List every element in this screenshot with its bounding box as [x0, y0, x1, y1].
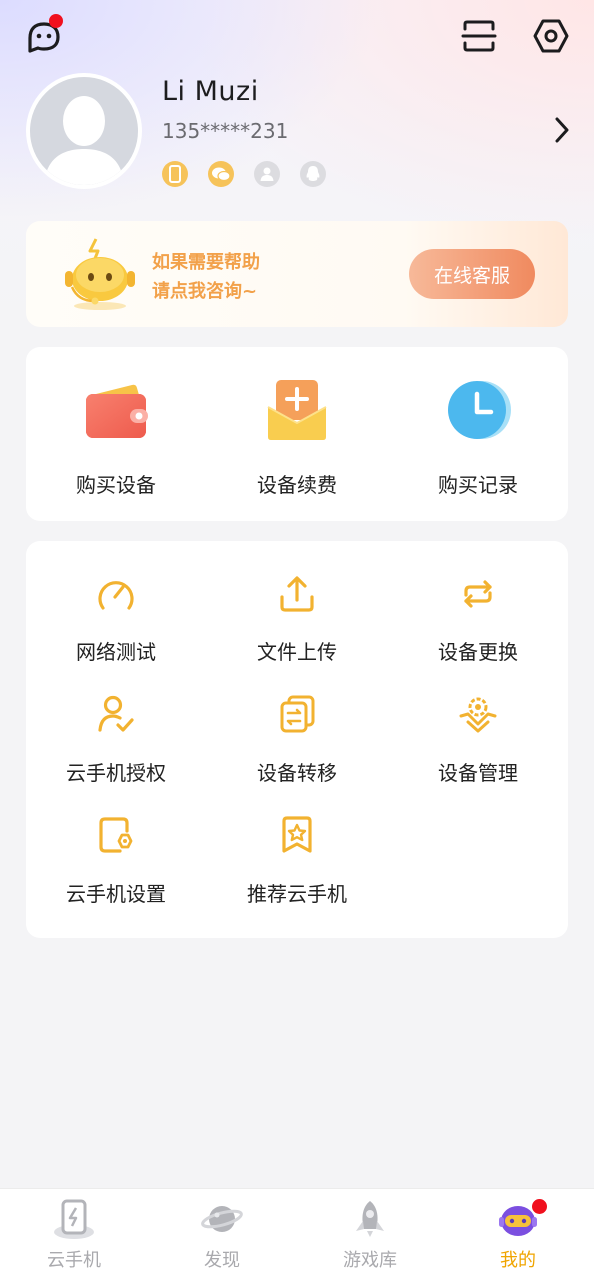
scan-icon [461, 20, 497, 52]
tab-cloud-phone[interactable]: 云手机 [0, 1189, 148, 1281]
bookmark-star-icon [282, 816, 312, 853]
cloud-phone-settings-button[interactable]: 云手机设置 [26, 783, 206, 906]
purchase-history-button[interactable]: 购买记录 [388, 347, 568, 521]
phone-binding-icon[interactable] [162, 161, 188, 187]
qq-binding-icon[interactable] [300, 161, 326, 187]
tab-discover[interactable]: 发现 [148, 1189, 296, 1281]
speedometer-icon [98, 581, 134, 610]
scan-button[interactable] [457, 14, 501, 58]
tools-card: 网络测试 文件上传 设备更换 云手机授权 设备转移 设备管理 云手机设置 推荐云… [26, 541, 568, 938]
user-check-icon [98, 695, 134, 732]
avatar-placeholder [30, 77, 138, 185]
cloud-phone-settings-label: 云手机设置 [66, 882, 166, 906]
network-test-label: 网络测试 [76, 640, 156, 664]
cloud-phone-auth-label: 云手机授权 [66, 761, 166, 785]
buy-device-button[interactable]: 购买设备 [26, 347, 206, 521]
purchase-history-label: 购买记录 [438, 473, 518, 497]
tab-mine-badge [532, 1199, 547, 1214]
bottom-tab-bar: 云手机 发现 游戏库 我的 [0, 1188, 594, 1281]
avatar[interactable] [26, 73, 142, 189]
binding-icons [162, 161, 342, 189]
network-test-button[interactable]: 网络测试 [26, 541, 206, 664]
message-badge [49, 14, 63, 28]
device-transfer-label: 设备转移 [257, 761, 337, 785]
settings-hexagon-icon [533, 19, 569, 53]
file-upload-label: 文件上传 [257, 640, 337, 664]
settings-button[interactable] [529, 14, 573, 58]
quick-actions-card: 购买设备 设备续费 购买记录 [26, 347, 568, 521]
wechat-binding-icon[interactable] [208, 161, 234, 187]
recommend-cloud-phone-button[interactable]: 推荐云手机 [207, 783, 387, 906]
upload-icon [280, 576, 314, 612]
help-message: 如果需要帮助 请点我咨询~ [152, 248, 260, 306]
device-transfer-button[interactable]: 设备转移 [207, 662, 387, 785]
profile-name: Li Muzi [162, 76, 259, 107]
online-service-button[interactable]: 在线客服 [409, 249, 535, 299]
clock-icon [448, 381, 511, 439]
help-line-2: 请点我咨询~ [152, 281, 258, 302]
rocket-icon [356, 1201, 384, 1237]
device-manage-icon [459, 697, 497, 733]
tab-mine-label: 我的 [500, 1250, 536, 1271]
tab-game-library-label: 游戏库 [343, 1250, 397, 1271]
renew-envelope-icon [267, 380, 327, 440]
buy-device-label: 购买设备 [76, 473, 156, 497]
message-button[interactable] [22, 14, 66, 60]
phone-settings-icon [99, 817, 133, 853]
file-upload-button[interactable]: 文件上传 [207, 541, 387, 664]
swap-icon [464, 580, 492, 608]
account-binding-icon[interactable] [254, 161, 280, 187]
wallet-icon [86, 384, 148, 438]
help-line-1: 如果需要帮助 [152, 252, 260, 273]
planet-icon [201, 1206, 243, 1232]
default-user-silhouette-icon [44, 96, 124, 185]
recommend-cloud-phone-label: 推荐云手机 [247, 882, 347, 906]
cloud-phone-icon [54, 1199, 94, 1239]
tab-game-library[interactable]: 游戏库 [296, 1189, 444, 1281]
mascot-icon [60, 235, 140, 315]
transfer-icon [280, 695, 315, 733]
device-manage-button[interactable]: 设备管理 [388, 662, 568, 785]
renew-device-label: 设备续费 [257, 473, 337, 497]
renew-device-button[interactable]: 设备续费 [207, 347, 387, 521]
chevron-right-icon [555, 117, 569, 143]
cloud-phone-auth-button[interactable]: 云手机授权 [26, 662, 206, 785]
tab-cloud-phone-label: 云手机 [47, 1250, 101, 1271]
device-replace-button[interactable]: 设备更换 [388, 541, 568, 664]
device-manage-label: 设备管理 [438, 761, 518, 785]
tab-mine[interactable]: 我的 [444, 1189, 592, 1281]
profile-phone: 135*****231 [162, 119, 289, 143]
help-card[interactable]: 如果需要帮助 请点我咨询~ 在线客服 [26, 221, 568, 327]
device-replace-label: 设备更换 [438, 640, 518, 664]
tab-discover-label: 发现 [204, 1250, 240, 1271]
profile-chevron-button[interactable] [545, 112, 579, 148]
